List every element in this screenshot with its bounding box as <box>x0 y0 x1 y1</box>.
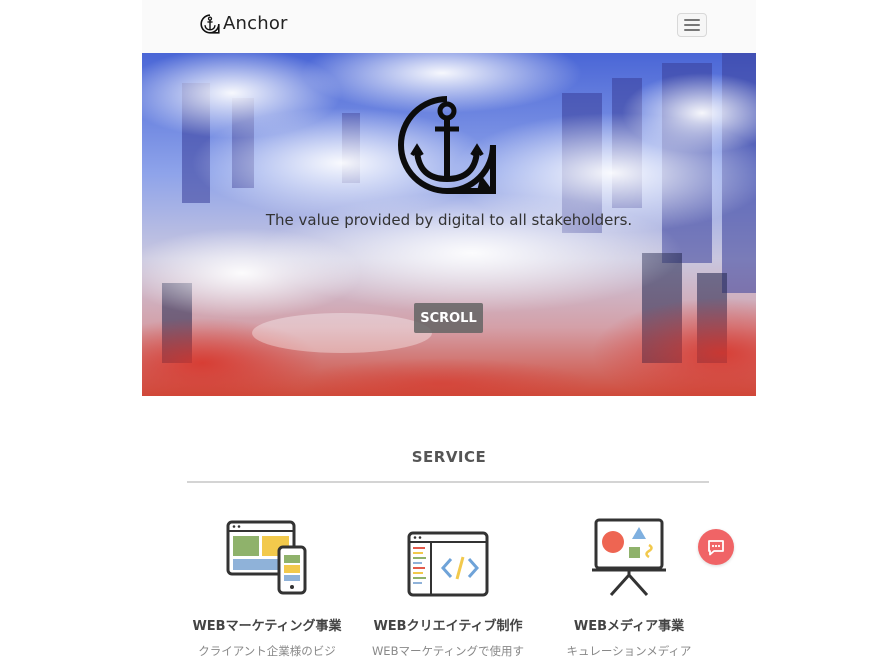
site-header: Anchor <box>142 0 756 53</box>
brand-name: Anchor <box>223 13 288 34</box>
service-description: クライアント企業様のビジ <box>198 644 336 658</box>
hamburger-menu-button[interactable] <box>677 13 707 37</box>
service-description: キュレーションメディア <box>566 644 692 658</box>
presentation-board-icon <box>592 518 666 597</box>
service-description: WEBマーケティングで使用す <box>371 644 525 658</box>
service-name: WEBクリエイティブ制作 <box>373 619 523 634</box>
scroll-button[interactable]: SCROLL <box>414 303 483 333</box>
service-card-web-media[interactable]: WEBメディア事業 キュレーションメディア <box>534 515 724 659</box>
responsive-devices-icon <box>226 520 307 595</box>
service-section-title: SERVICE <box>411 448 487 466</box>
hero-banner: The value provided by digital to all sta… <box>142 53 756 396</box>
page: Anchor The value provided by digital to … <box>142 0 756 658</box>
service-card-web-creative[interactable]: WEBクリエイティブ制作 WEBマーケティングで使用す <box>353 515 543 659</box>
anchor-icon <box>200 13 220 34</box>
hero-tagline: The value provided by digital to all sta… <box>265 211 633 229</box>
brand-logo[interactable]: Anchor <box>200 13 288 34</box>
service-name: WEBマーケティング事業 <box>192 619 342 634</box>
anchor-emblem-icon <box>398 96 496 194</box>
service-card-web-marketing[interactable]: WEBマーケティング事業 クライアント企業様のビジ <box>172 515 362 659</box>
service-name: WEBメディア事業 <box>573 619 685 634</box>
hamburger-icon-bar <box>684 24 700 26</box>
chat-button[interactable] <box>698 529 734 565</box>
hamburger-icon-bar <box>684 29 700 31</box>
chat-bubble-icon <box>708 539 724 555</box>
hamburger-icon-bar <box>684 19 700 21</box>
code-editor-icon <box>407 531 489 597</box>
service-divider <box>187 481 709 483</box>
